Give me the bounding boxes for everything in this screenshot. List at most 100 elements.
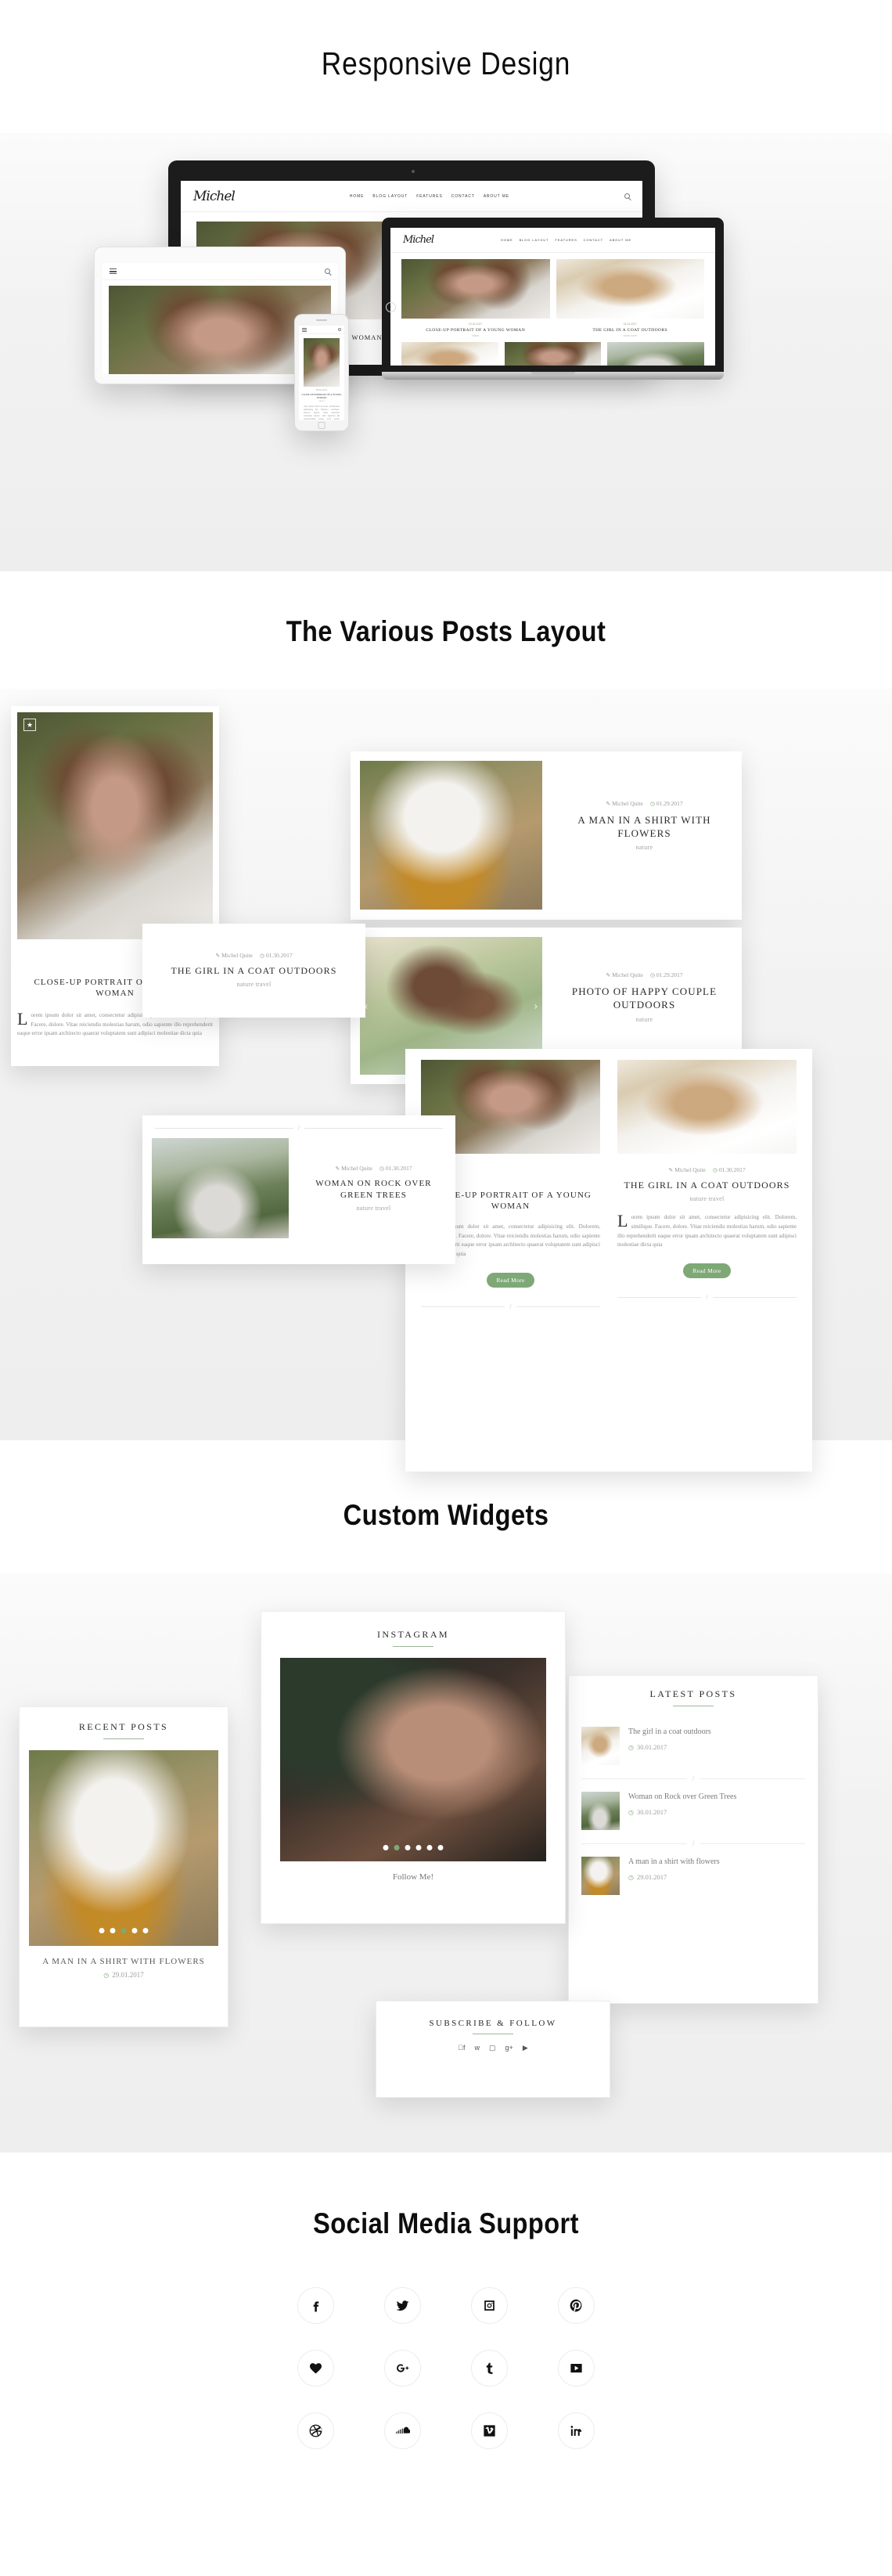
carousel-dot[interactable] xyxy=(99,1928,105,1933)
search-icon[interactable] xyxy=(325,268,330,274)
tumblr-icon[interactable] xyxy=(471,2350,508,2387)
carousel-dot[interactable] xyxy=(426,1845,433,1850)
nav-item-blog-layout[interactable]: BLOG LAYOUT xyxy=(520,238,549,242)
post-date: 01.01.2017 xyxy=(623,322,637,326)
carousel-dots[interactable] xyxy=(99,1928,149,1933)
youtube-icon[interactable]: ▶ xyxy=(523,2044,528,2052)
nav-item-features[interactable]: FEATURES xyxy=(555,238,577,242)
read-more-button[interactable]: Read More xyxy=(487,1272,534,1288)
post-image[interactable] xyxy=(504,342,602,366)
post-date: 29.01.2017 xyxy=(112,1971,144,1979)
clock-icon: ◷ xyxy=(628,1873,634,1881)
pencil-icon: ✎ xyxy=(335,1166,340,1173)
post-title[interactable]: The girl in a coat outdoors xyxy=(628,1727,711,1738)
social-row-3 xyxy=(297,2412,595,2449)
post-author: Michel Quite xyxy=(674,1166,706,1173)
carousel-dot-active[interactable] xyxy=(394,1845,400,1850)
soundcloud-icon[interactable] xyxy=(384,2412,421,2449)
post-title[interactable]: THE GIRL IN A COAT OUTDOORS xyxy=(556,328,705,333)
google-plus-icon[interactable]: g+ xyxy=(505,2044,513,2052)
google-plus-icon[interactable] xyxy=(384,2350,421,2387)
post-title[interactable]: THE GIRL IN A COAT OUTDOORS xyxy=(155,965,353,977)
post-column-right[interactable]: ✎ Michel Quite ◷ 01.30.2017 THE GIRL IN … xyxy=(617,1060,797,1310)
carousel-next-button[interactable]: › xyxy=(534,1000,538,1012)
heart-icon[interactable] xyxy=(297,2350,334,2387)
widget-title: INSTAGRAM xyxy=(377,1629,449,1640)
post-card-woman-rock[interactable]: / ✎ Michel Quite ◷ 01.30.2017 WOMAN ON R… xyxy=(142,1115,455,1264)
phone-home-button[interactable] xyxy=(318,422,326,429)
post-image xyxy=(360,761,542,910)
youtube-icon[interactable] xyxy=(558,2350,595,2387)
nav-item-about-me[interactable]: ABOUT ME xyxy=(610,238,631,242)
carousel-dot[interactable] xyxy=(110,1928,116,1933)
vimeo-icon[interactable] xyxy=(471,2412,508,2449)
post-title[interactable]: A man in a shirt with flowers xyxy=(628,1857,720,1868)
carousel-dot[interactable] xyxy=(383,1845,389,1850)
nav-item-features[interactable]: FEATURES xyxy=(416,194,443,199)
section-title-social-media-support: Social Media Support xyxy=(313,2207,579,2239)
twitter-icon[interactable]: w xyxy=(475,2044,480,2052)
facebook-icon[interactable]: f xyxy=(458,2044,465,2052)
post-title[interactable]: A MAN IN A SHIRT WITH FLOWERS xyxy=(556,814,732,840)
read-more-button[interactable]: Read More xyxy=(683,1263,731,1278)
post-title[interactable]: CLOSE-UP PORTRAIT OF A YOUNG WOMAN xyxy=(299,393,344,399)
hamburger-icon[interactable] xyxy=(302,327,307,332)
carousel-dot[interactable] xyxy=(405,1845,411,1850)
widget-body: SUBSCRIBE & FOLLOW f w ▢ g+ ▶ xyxy=(376,2001,610,2098)
pinterest-icon[interactable] xyxy=(558,2287,595,2324)
instagram-image[interactable] xyxy=(280,1658,546,1861)
post-title[interactable]: A MAN IN A SHIRT WITH FLOWERS xyxy=(20,1957,228,1966)
latest-post-item[interactable]: A man in a shirt with flowers ◷ 29.01.20… xyxy=(581,1847,805,1904)
carousel-dots[interactable] xyxy=(383,1845,444,1850)
facebook-icon[interactable] xyxy=(297,2287,334,2324)
follow-me-link[interactable]: Follow Me! xyxy=(280,1872,546,1882)
hamburger-icon[interactable] xyxy=(110,268,117,274)
laptop-post-1[interactable]: 01.01.2017 CLOSE-UP PORTRAIT OF A YOUNG … xyxy=(401,259,550,337)
date-row: ◷ 01.30.2017 xyxy=(260,952,293,959)
post-title[interactable]: Woman on Rock over Green Trees xyxy=(628,1792,736,1803)
instagram-icon[interactable]: ▢ xyxy=(489,2044,496,2052)
author-row: ✎ Michel Quite xyxy=(668,1166,706,1173)
post-card-man-flowers[interactable]: ✎ Michel Quite ◷ 01.29.2017 A MAN IN A S… xyxy=(351,751,742,920)
nav-item-contact[interactable]: CONTACT xyxy=(584,238,603,242)
post-title[interactable]: WOMAN ON ROCK OVER GREEN TREES xyxy=(301,1178,446,1200)
post-card-girl-coat-duplicate[interactable]: CLOSE-UP PORTRAIT OF A YOUNG WOMAN L ore… xyxy=(405,1049,812,1472)
nav-item-home[interactable]: HOME xyxy=(501,238,513,242)
post-cats: nature xyxy=(472,334,480,337)
post-card-girl-coat[interactable]: ✎ Michel Quite ◷ 01.30.2017 THE GIRL IN … xyxy=(142,924,365,1018)
post-title[interactable]: THE GIRL IN A COAT OUTDOORS xyxy=(617,1180,797,1191)
post-title[interactable]: CLOSE-UP PORTRAIT OF A YOUNG WOMAN xyxy=(401,328,550,333)
pencil-icon: ✎ xyxy=(215,953,221,959)
search-icon[interactable] xyxy=(624,193,630,199)
post-image[interactable] xyxy=(607,342,705,366)
carousel-dot[interactable] xyxy=(131,1928,138,1933)
carousel-dot[interactable] xyxy=(437,1845,444,1850)
social-row-2 xyxy=(297,2350,595,2387)
post-date: 30.01.2017 xyxy=(636,1743,667,1751)
carousel-dot[interactable] xyxy=(415,1845,422,1850)
twitter-icon[interactable] xyxy=(384,2287,421,2324)
latest-post-item[interactable]: The girl in a coat outdoors ◷ 30.01.2017 xyxy=(581,1717,805,1774)
carousel-dot[interactable] xyxy=(142,1928,149,1933)
post-thumbnail xyxy=(581,1792,620,1830)
laptop-post-2[interactable]: 01.01.2017 THE GIRL IN A COAT OUTDOORS n… xyxy=(556,259,705,337)
post-image[interactable] xyxy=(401,342,498,366)
instagram-icon[interactable] xyxy=(471,2287,508,2324)
dribbble-icon[interactable] xyxy=(297,2412,334,2449)
clock-icon: ◷ xyxy=(649,800,656,807)
nav-item-home[interactable]: HOME xyxy=(350,194,365,199)
nav-item-about-me[interactable]: ABOUT ME xyxy=(484,194,509,199)
post-date: 01.29.2017 xyxy=(656,971,683,979)
nav-links: HOME BLOG LAYOUT FEATURES CONTACT ABOUT … xyxy=(350,194,509,199)
site-logo[interactable]: Michel xyxy=(193,189,236,204)
latest-post-item[interactable]: Woman on Rock over Green Trees ◷ 30.01.2… xyxy=(581,1782,805,1839)
nav-item-contact[interactable]: CONTACT xyxy=(451,194,475,199)
search-icon[interactable] xyxy=(338,328,341,331)
carousel-dot-active[interactable] xyxy=(120,1928,127,1933)
nav-item-blog-layout[interactable]: BLOG LAYOUT xyxy=(372,194,408,199)
post-title[interactable]: PHOTO OF HAPPY COUPLE OUTDOORS xyxy=(556,985,732,1011)
clock-icon: ◷ xyxy=(103,1971,110,1979)
post-meta: ✎ Michel Quite ◷ 01.29.2017 xyxy=(556,800,732,807)
site-logo[interactable]: Michel xyxy=(403,234,434,246)
linkedin-icon[interactable] xyxy=(558,2412,595,2449)
